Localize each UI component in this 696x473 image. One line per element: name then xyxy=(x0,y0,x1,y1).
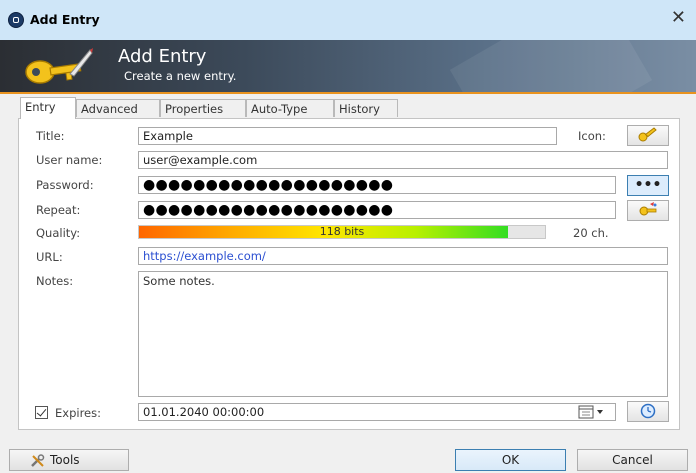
tab-properties[interactable]: Properties xyxy=(160,99,246,117)
username-label: User name: xyxy=(36,153,103,167)
title-bar: Add Entry ✕ xyxy=(0,0,696,40)
cancel-button[interactable]: Cancel xyxy=(577,449,688,471)
tab-entry[interactable]: Entry xyxy=(20,97,76,119)
title-label: Title: xyxy=(36,129,65,143)
icon-label: Icon: xyxy=(578,129,606,143)
tab-auto-type[interactable]: Auto-Type xyxy=(246,99,334,117)
tab-advanced[interactable]: Advanced xyxy=(76,99,160,117)
lock-app-icon xyxy=(8,12,24,28)
ok-button[interactable]: OK xyxy=(455,449,566,471)
username-field[interactable]: user@example.com xyxy=(138,151,668,169)
tools-icon xyxy=(31,454,45,467)
tools-button[interactable]: Tools xyxy=(9,449,129,471)
calendar-dropdown-icon xyxy=(578,405,603,419)
calendar-dropdown[interactable] xyxy=(578,405,608,419)
quality-label: Quality: xyxy=(36,226,81,240)
quality-bits-text: 118 bits xyxy=(319,225,365,238)
notes-textarea[interactable]: Some notes. xyxy=(138,271,668,397)
title-field[interactable]: Example xyxy=(138,127,557,145)
tab-history[interactable]: History xyxy=(334,99,398,117)
notes-label: Notes: xyxy=(36,274,74,288)
banner-accent-line xyxy=(0,92,696,94)
window-title: Add Entry xyxy=(30,12,100,27)
password-quality-bar: 118 bits xyxy=(138,225,546,239)
show-password-button[interactable]: ••• xyxy=(627,175,669,196)
key-icon xyxy=(25,48,93,84)
banner-title: Add Entry xyxy=(118,46,207,67)
expires-checkbox[interactable] xyxy=(35,406,48,419)
repeat-label: Repeat: xyxy=(36,203,81,217)
url-field[interactable]: https://example.com/ xyxy=(138,247,668,265)
close-icon[interactable]: ✕ xyxy=(671,8,686,28)
expires-label: Expires: xyxy=(55,406,101,420)
banner-subtitle: Create a new entry. xyxy=(124,69,237,83)
tools-label: Tools xyxy=(50,453,80,467)
expiry-presets-button[interactable] xyxy=(627,401,669,422)
url-label: URL: xyxy=(36,250,63,264)
password-field[interactable]: ●●●●●●●●●●●●●●●●●●●● xyxy=(138,176,616,194)
password-generator-button[interactable] xyxy=(627,200,669,221)
clock-icon xyxy=(640,403,656,419)
banner-decoration xyxy=(449,40,653,92)
password-length-text: 20 ch. xyxy=(573,226,609,240)
password-label: Password: xyxy=(36,178,94,192)
add-entry-window: Add Entry ✕ Add Entry Create a new entry… xyxy=(0,0,696,473)
key-small-icon xyxy=(638,127,657,142)
password-generator-icon xyxy=(639,202,657,216)
icon-picker-button[interactable] xyxy=(627,125,669,146)
header-banner: Add Entry Create a new entry. xyxy=(0,40,696,92)
expires-datetime-field[interactable]: 01.01.2040 00:00:00 xyxy=(138,403,616,421)
repeat-password-field[interactable]: ●●●●●●●●●●●●●●●●●●●● xyxy=(138,201,616,219)
